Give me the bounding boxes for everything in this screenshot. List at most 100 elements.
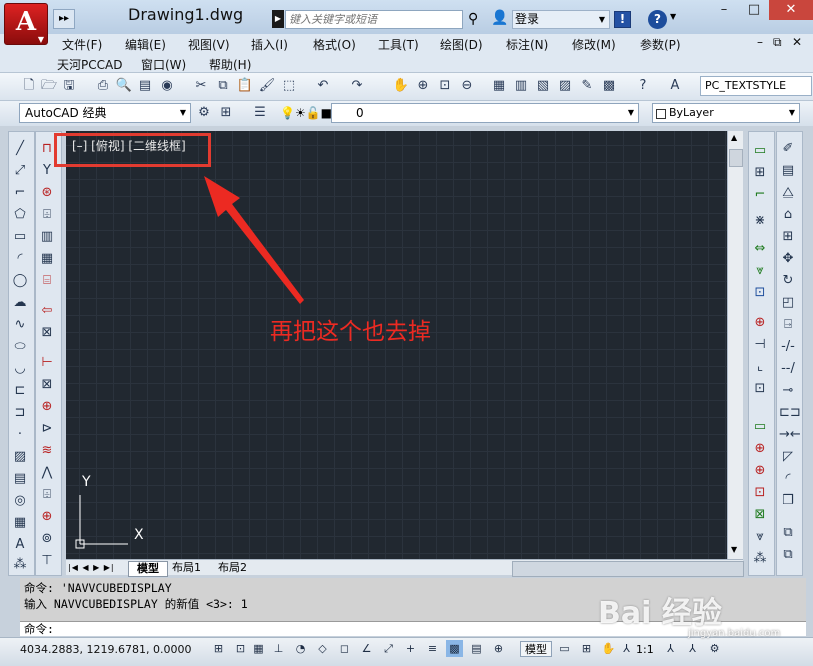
break-icon[interactable]: ⊏⊐ <box>779 404 801 422</box>
menu-tools[interactable]: 工具(T) <box>378 36 419 53</box>
polyline-icon[interactable]: ⌐ <box>11 184 29 202</box>
menu-view[interactable]: 视图(V) <box>188 36 230 53</box>
open-icon[interactable]: 🗁 <box>40 77 58 95</box>
spline-icon[interactable]: ∿ <box>11 316 29 334</box>
menu-help[interactable]: 帮助(H) <box>209 56 251 73</box>
fillet-icon[interactable]: ◜ <box>779 470 797 488</box>
ellipse-icon[interactable]: ⬭ <box>11 338 29 356</box>
ortho-mode-icon[interactable]: ⊥ <box>270 640 287 657</box>
pccad-screw-icon[interactable]: ⊢ <box>38 354 56 372</box>
offset-icon[interactable]: ⌂ <box>779 206 797 224</box>
pccad-bom-icon[interactable]: ▦ <box>38 250 56 268</box>
mirror-icon[interactable]: ⧋ <box>779 184 797 202</box>
polygon-icon[interactable]: ⬠ <box>11 206 29 224</box>
break-at-point-icon[interactable]: ⊸ <box>779 382 797 400</box>
grid-display-icon[interactable]: ▦ <box>250 640 267 657</box>
scroll-up-icon[interactable]: ▲ <box>731 133 737 142</box>
markup-icon[interactable]: ✎ <box>578 77 596 95</box>
object-snap-icon[interactable]: ◇ <box>314 640 331 657</box>
text-style-icon[interactable]: A <box>666 77 684 95</box>
extend-icon[interactable]: --/ <box>779 360 797 378</box>
revision-cloud-icon[interactable]: ☁ <box>11 294 29 312</box>
dynamic-input-icon[interactable]: + <box>402 640 419 657</box>
arc-icon[interactable]: ◜ <box>11 250 29 268</box>
pccad-pin-icon[interactable]: ⊳ <box>38 420 56 438</box>
pccad-key-icon[interactable]: ⊚ <box>38 530 56 548</box>
gradient-icon[interactable]: ▤ <box>11 470 29 488</box>
scroll-down-icon[interactable]: ▼ <box>731 545 737 554</box>
dimension-edit-icon[interactable]: ⊕ <box>751 440 769 458</box>
baseline-icon[interactable]: ⊣ <box>751 336 769 354</box>
menu-edit[interactable]: 编辑(E) <box>125 36 166 53</box>
menu-tianhe-pccad[interactable]: 天河PCCAD <box>57 56 122 73</box>
close-button[interactable]: ✕ <box>769 0 813 20</box>
draw-order-icon[interactable]: ⧉ <box>779 524 797 542</box>
rectangle-icon[interactable]: ▭ <box>11 228 29 246</box>
layer-select[interactable]: 💡☀🔓■ 0 ▼ <box>280 103 639 123</box>
pccad-query-icon[interactable]: ⊠ <box>38 324 56 342</box>
tab-layout1[interactable]: 布局1 <box>172 561 201 575</box>
quickcalc-icon[interactable]: ▩ <box>600 77 618 95</box>
workspace-settings-icon[interactable]: ⚙ <box>195 104 213 122</box>
construction-line-icon[interactable]: ⤢ <box>11 162 29 180</box>
text-style-select[interactable]: PC_TEXTSTYLE <box>700 76 812 96</box>
quick-dimension-icon[interactable]: ⊕ <box>751 314 769 332</box>
match-properties-icon[interactable]: 🖌 <box>258 77 276 95</box>
menu-modify[interactable]: 修改(M) <box>572 36 616 53</box>
menu-draw[interactable]: 绘图(D) <box>440 36 483 53</box>
menu-dimension[interactable]: 标注(N) <box>506 36 548 53</box>
trim-icon[interactable]: -/- <box>779 338 797 356</box>
scroll-thumb[interactable] <box>729 149 743 167</box>
annotation-scale-value[interactable]: 1:1 <box>636 643 654 656</box>
pccad-edit-icon[interactable]: ⇦ <box>38 302 56 320</box>
copy-icon[interactable]: ⧉ <box>214 77 232 95</box>
tab-navigation-icons[interactable]: |◀ ◀ ▶ ▶| <box>68 561 115 575</box>
login-dropdown[interactable]: 登录 ▼ <box>512 10 610 29</box>
pccad-standard-icon[interactable]: ▥ <box>38 228 56 246</box>
multiline-text-icon[interactable]: A <box>11 536 29 554</box>
table-icon[interactable]: ▦ <box>11 514 29 532</box>
transparency-icon[interactable]: ▩ <box>446 640 463 657</box>
tool-palettes-icon[interactable]: ▧ <box>534 77 552 95</box>
array-icon[interactable]: ⊞ <box>779 228 797 246</box>
snap-mode-icon[interactable]: ⊡ <box>232 640 249 657</box>
region-icon[interactable]: ◎ <box>11 492 29 510</box>
undo-icon[interactable]: ↶ <box>314 77 332 95</box>
zoom-previous-icon[interactable]: ⊖ <box>458 77 476 95</box>
cut-icon[interactable]: ✂ <box>192 77 210 95</box>
dynamic-ucs-icon[interactable]: ⤢ <box>380 640 397 657</box>
center-mark-icon[interactable]: ▭ <box>751 418 769 436</box>
rotate-icon[interactable]: ↻ <box>779 272 797 290</box>
doc-restore-button[interactable]: ⧉ <box>773 35 782 50</box>
angular-dimension-icon[interactable]: ⊡ <box>751 284 769 302</box>
menu-file[interactable]: 文件(F) <box>62 36 102 53</box>
menu-format[interactable]: 格式(O) <box>313 36 356 53</box>
coordinate-readout[interactable]: 4034.2883, 1219.6781, 0.0000 <box>20 643 191 656</box>
dimension-space-icon[interactable]: ⁂ <box>751 550 769 568</box>
infer-constraints-icon[interactable]: ⊞ <box>210 640 227 657</box>
annotation-visibility-icon[interactable]: ⅄ <box>662 640 679 657</box>
annotation-autoscale-icon[interactable]: ⅄ <box>684 640 701 657</box>
dimension-override-icon[interactable]: ⩔ <box>751 528 769 546</box>
pccad-washer-icon[interactable]: ⊕ <box>38 398 56 416</box>
dimension-style-icon[interactable]: ⊠ <box>751 506 769 524</box>
design-center-icon[interactable]: ▥ <box>512 77 530 95</box>
publish-icon[interactable]: ◉ <box>158 77 176 95</box>
plot-icon[interactable]: ▤ <box>136 77 154 95</box>
doc-close-button[interactable]: ✕ <box>792 35 802 49</box>
chevron-down-icon[interactable]: ▼ <box>670 12 676 21</box>
search-expand-icon[interactable]: ▶ <box>272 10 284 28</box>
ordinate-icon[interactable]: ⋇ <box>751 212 769 230</box>
tab-layout2[interactable]: 布局2 <box>218 561 247 575</box>
dimension-text-edit-icon[interactable]: ⊕ <box>751 462 769 480</box>
paste-icon[interactable]: 📋 <box>236 77 254 95</box>
pccad-gear-icon[interactable]: ⋀ <box>38 464 56 482</box>
pan-status-icon[interactable]: ✋ <box>600 640 617 657</box>
add-selected-icon[interactable]: ⁂ <box>11 556 29 574</box>
color-select[interactable]: ByLayer ▼ <box>652 103 800 123</box>
quick-access-expand-button[interactable]: ▸▸ <box>53 9 75 29</box>
quick-view-drawings-icon[interactable]: ⊞ <box>578 640 595 657</box>
minimize-button[interactable]: – <box>709 0 739 20</box>
pccad-nut-icon[interactable]: ⊠ <box>38 376 56 394</box>
workspace-switching-icon[interactable]: ⚙ <box>706 640 723 657</box>
